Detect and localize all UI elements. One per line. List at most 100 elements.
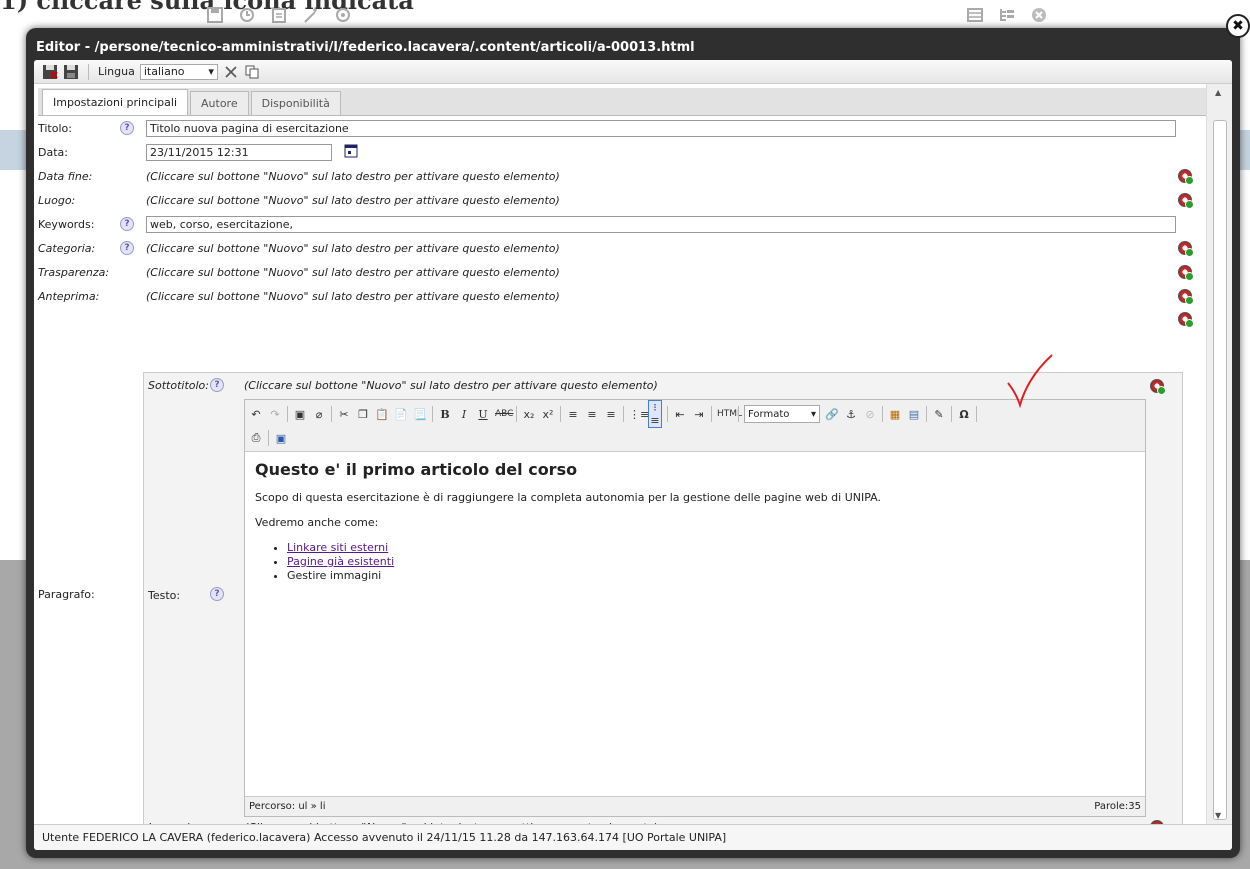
redo-icon[interactable]: ↷ xyxy=(268,408,282,421)
categoria-hint: (Cliccare sul bottone "Nuovo" sul lato d… xyxy=(146,241,560,255)
paste-icon[interactable]: 📋 xyxy=(375,408,389,421)
clipboard-icon xyxy=(270,7,288,23)
vertical-scrollbar[interactable]: ▲ ▼ xyxy=(1206,84,1232,824)
toolbar-separator xyxy=(268,430,269,446)
testo-label: Testo: xyxy=(148,589,181,602)
format-select-value: Formato xyxy=(748,408,790,420)
bullet-list-icon[interactable]: ⁝≡ xyxy=(648,400,662,428)
indent-icon[interactable]: ⇥ xyxy=(692,408,706,421)
row-keywords: Keywords: ? web, corso, esercitazione, xyxy=(34,213,1206,235)
strikethrough-icon[interactable]: ABC xyxy=(495,409,513,419)
row-data-fine: Data fine: (Cliccare sul bottone "Nuovo"… xyxy=(34,165,1206,187)
anchor-icon[interactable]: ⚓ xyxy=(844,408,858,421)
anteprima-hint: (Cliccare sul bottone "Nuovo" sul lato d… xyxy=(146,289,560,303)
new-anteprima-button[interactable] xyxy=(1178,289,1194,305)
underline-icon[interactable]: U xyxy=(476,408,490,421)
calendar-icon[interactable] xyxy=(344,144,358,161)
row-data: Data: 23/11/2015 12:31 xyxy=(34,141,1206,163)
copy-icon[interactable]: ❐ xyxy=(356,408,370,421)
scrollbar-thumb[interactable] xyxy=(1213,120,1227,820)
tab-disponibilita[interactable]: Disponibilità xyxy=(250,91,341,115)
toolbar-separator xyxy=(667,406,668,422)
save-exit-icon[interactable] xyxy=(42,64,58,80)
toolbar-separator xyxy=(516,406,517,422)
help-icon[interactable]: ? xyxy=(120,241,134,255)
row-categoria: Categoria: ? (Cliccare sul bottone "Nuov… xyxy=(34,237,1206,259)
keywords-input[interactable]: web, corso, esercitazione, xyxy=(146,215,1176,233)
undo-icon[interactable]: ↶ xyxy=(249,408,263,421)
editor-window: Editor - /persone/tecnico-amministrativi… xyxy=(26,14,1250,858)
insert-gallery-icon[interactable]: ▤ xyxy=(907,408,921,421)
new-data-fine-button[interactable] xyxy=(1178,169,1194,185)
titolo-input[interactable]: Titolo nuova pagina di esercitazione xyxy=(146,119,1176,137)
status-text: Utente FEDERICO LA CAVERA (federico.laca… xyxy=(42,831,727,844)
insert-image-icon[interactable]: ▦ xyxy=(888,408,902,421)
element-path: Percorso: ul » li xyxy=(249,801,326,812)
scroll-up-icon[interactable]: ▲ xyxy=(1215,88,1221,97)
print-icon[interactable]: ⎙ xyxy=(249,431,263,445)
list-item: Gestire immagini xyxy=(287,569,1135,582)
link-icon[interactable]: 🔗 xyxy=(825,408,839,421)
cut-icon[interactable]: ✂ xyxy=(337,408,351,421)
copy-icon[interactable] xyxy=(244,64,260,80)
toolbar-separator xyxy=(432,406,433,422)
toolbar-separator xyxy=(882,406,883,422)
paste-text-icon[interactable]: 📄 xyxy=(394,408,408,421)
help-icon[interactable]: ? xyxy=(120,121,134,135)
chevron-down-icon: ▾ xyxy=(208,65,214,78)
select-all-icon[interactable]: ▣ xyxy=(293,408,307,421)
new-paragrafo-button[interactable] xyxy=(1178,312,1194,328)
categoria-label: Categoria: xyxy=(38,241,96,255)
background-toolbar-right xyxy=(966,4,1048,26)
help-icon[interactable]: ? xyxy=(210,587,224,601)
scroll-down-icon[interactable]: ▼ xyxy=(1215,811,1221,820)
paste-word-icon[interactable]: 📃 xyxy=(413,408,427,421)
bold-icon[interactable]: B xyxy=(438,408,452,421)
new-categoria-button[interactable] xyxy=(1178,241,1194,257)
link-siti-esterni[interactable]: Linkare siti esterni xyxy=(287,541,388,554)
eraser-icon[interactable]: ⌀ xyxy=(312,408,326,421)
tab-impostazioni-principali[interactable]: Impostazioni principali xyxy=(42,89,189,115)
align-left-icon[interactable]: ≡ xyxy=(566,408,580,421)
delete-icon[interactable] xyxy=(223,64,239,80)
toolbar-separator xyxy=(926,406,927,422)
outdent-icon[interactable]: ⇤ xyxy=(673,408,687,421)
paragrafo-block: Sottotitolo: ? (Cliccare sul bottone "Nu… xyxy=(143,354,1183,836)
language-select[interactable]: italiano ▾ xyxy=(139,63,218,80)
html-source-icon[interactable]: HTML xyxy=(717,409,742,419)
subscript-icon[interactable]: x₂ xyxy=(522,408,536,421)
form-content: Impostazioni principali Autore Disponibi… xyxy=(34,84,1206,836)
align-right-icon[interactable]: ≡ xyxy=(604,408,618,421)
toolbar-separator xyxy=(623,406,624,422)
help-icon[interactable]: ? xyxy=(210,378,224,392)
numbered-list-icon[interactable]: ⋮≡ xyxy=(629,408,649,421)
editor-content[interactable]: Questo e' il primo articolo del corso Sc… xyxy=(255,460,1135,583)
toolbar-separator xyxy=(331,406,332,422)
superscript-icon[interactable]: x² xyxy=(541,408,555,421)
new-trasparenza-button[interactable] xyxy=(1178,265,1194,281)
tab-bar: Impostazioni principali Autore Disponibi… xyxy=(38,88,1206,116)
unlink-icon[interactable]: ⊘ xyxy=(863,408,877,421)
tab-autore[interactable]: Autore xyxy=(190,91,249,115)
article-paragraph: Vedremo anche come: xyxy=(255,516,379,529)
anteprima-label: Anteprima: xyxy=(38,289,100,303)
italic-icon[interactable]: I xyxy=(457,408,471,421)
data-input[interactable]: 23/11/2015 12:31 xyxy=(146,143,332,161)
new-luogo-button[interactable] xyxy=(1178,193,1194,209)
link-pagine-esistenti[interactable]: Pagine già esistenti xyxy=(287,555,394,568)
word-count: Parole:35 xyxy=(1094,801,1141,812)
editor-toolbar-row-2: ⎙ ▣ xyxy=(249,427,288,449)
chevron-down-icon: ▾ xyxy=(810,408,816,420)
close-icon[interactable]: ✖ xyxy=(1226,14,1250,38)
align-center-icon[interactable]: ≡ xyxy=(585,408,599,421)
paragrafo-label: Paragrafo: xyxy=(38,588,95,601)
format-select[interactable]: Formato ▾ xyxy=(744,405,820,423)
save-icon[interactable] xyxy=(63,64,79,80)
help-icon[interactable]: ? xyxy=(120,217,134,231)
window-title: Editor - /persone/tecnico-amministrativi… xyxy=(36,40,695,55)
edit-icon[interactable]: ✎ xyxy=(932,408,946,421)
new-sottotitolo-button[interactable] xyxy=(1150,379,1166,395)
article-paragraph: Scopo di questa esercitazione è di raggi… xyxy=(255,491,882,504)
special-char-icon[interactable]: Ω xyxy=(957,408,971,421)
maximize-icon[interactable]: ▣ xyxy=(274,432,288,445)
